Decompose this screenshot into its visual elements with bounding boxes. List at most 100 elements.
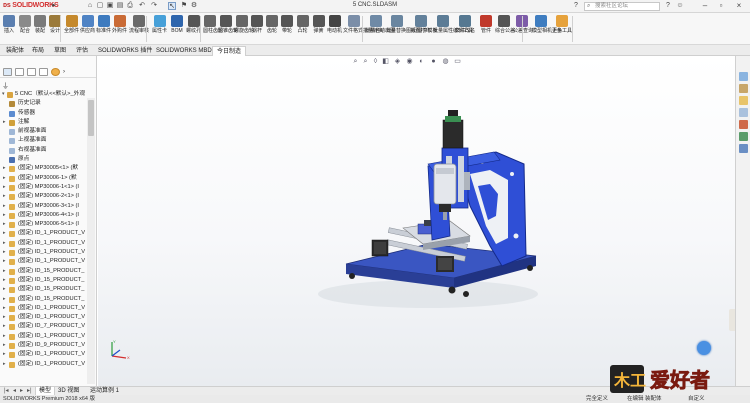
tab-5[interactable]: SOLIDWORKS MBD	[152, 46, 216, 56]
ribbon-button-4[interactable]: 全部件	[64, 15, 79, 34]
tree-item[interactable]: ▸ (固定) ID_1_PRODUCT_V	[0, 350, 90, 359]
chevron-right-icon[interactable]: ▸	[3, 248, 6, 257]
tree-scrollbar[interactable]	[87, 98, 95, 384]
tree-item[interactable]: ▸ (固定) ID_15_PRODUCT_	[0, 295, 90, 304]
ribbon-button-18[interactable]: 凸轮	[295, 15, 310, 34]
tree-item[interactable]: 历史记录	[0, 99, 90, 108]
forum-icon[interactable]	[739, 144, 748, 153]
tree-item[interactable]: ▸ (固定) MP30005<1> (默	[0, 164, 90, 173]
chevron-right-icon[interactable]: ▸	[3, 304, 6, 313]
chevron-right-icon[interactable]: ▸	[3, 202, 6, 211]
ribbon-button-30[interactable]: 模型相机上色	[532, 15, 562, 34]
chevron-right-icon[interactable]: ▸	[3, 118, 6, 127]
ribbon-button-22[interactable]: 批量自动出图	[365, 15, 395, 34]
tree-item[interactable]: 原点	[0, 155, 90, 164]
tree-item[interactable]: ▸ (固定) ID_9_PRODUCT_V	[0, 341, 90, 350]
chevron-right-icon[interactable]: ▸	[3, 174, 6, 183]
chevron-right-icon[interactable]: ▸	[3, 313, 6, 322]
tab-4[interactable]: SOLIDWORKS 插件	[94, 46, 156, 56]
chevron-right-icon[interactable]: ▸	[3, 229, 6, 238]
tab-3[interactable]: 评估	[72, 46, 92, 56]
ribbon-button-26[interactable]: 文件改名	[453, 15, 477, 34]
graphics-viewport[interactable]: ⌕ ⌕ ◊ ◧ ◈ ◉ ◐ ● ◍ ▭ Y X	[98, 56, 735, 386]
tree-item[interactable]: ▸ (固定) ID_1_PRODUCT_V	[0, 332, 90, 341]
ribbon-button-14[interactable]: 螺旋齿轮	[234, 15, 254, 34]
tree-item[interactable]: ▸ (固定) ID_15_PRODUCT_	[0, 285, 90, 294]
ribbon-button-27[interactable]: 管件	[478, 15, 494, 34]
restore-button[interactable]: ▫	[716, 1, 726, 11]
tree-item[interactable]: ▸ (固定) ID_1_PRODUCT_V	[0, 313, 90, 322]
appearance-tab-icon[interactable]	[51, 68, 60, 76]
chevron-right-icon[interactable]: ▸	[3, 239, 6, 248]
ribbon-button-10[interactable]: BOM	[168, 15, 186, 34]
close-button[interactable]: ×	[734, 1, 744, 11]
tree-item[interactable]: ▸ (固定) ID_7_PRODUCT_V	[0, 322, 90, 331]
tree-item[interactable]: ▸ (固定) MP30006-1<1> (I	[0, 183, 90, 192]
ribbon-button-17[interactable]: 带轮	[280, 15, 294, 34]
ribbon-button-25[interactable]: 批量属性编辑工具	[433, 15, 473, 34]
cnc-machine-model[interactable]	[98, 56, 735, 386]
chevron-right-icon[interactable]: ▸	[3, 183, 6, 192]
custom-properties-icon[interactable]	[739, 132, 748, 141]
chevron-right-icon[interactable]: ▸	[3, 276, 6, 285]
chevron-down-icon[interactable]: ▾	[2, 90, 5, 99]
property-tab-icon[interactable]	[15, 68, 24, 76]
tab-2[interactable]: 草图	[50, 46, 70, 56]
ribbon-button-11[interactable]: 螺纹孔	[186, 15, 201, 34]
file-explorer-icon[interactable]	[739, 96, 748, 105]
ribbon-button-6[interactable]: 标准件	[96, 15, 111, 34]
view-palette-icon[interactable]	[739, 108, 748, 117]
ribbon-button-20[interactable]: 电动机	[327, 15, 342, 34]
tree-item[interactable]: 传感器	[0, 109, 90, 118]
ribbon-button-15[interactable]: 蜗杆	[250, 15, 264, 34]
tree-item[interactable]: ▸ (固定) ID_1_PRODUCT_V	[0, 360, 90, 369]
tree-item[interactable]: ▸ (固定) MP30006-2<1> (I	[0, 192, 90, 201]
tree-item[interactable]: ▸ (固定) MP30006-3<1> (I	[0, 202, 90, 211]
ribbon-button-1[interactable]: 配合	[18, 15, 32, 34]
ribbon-button-13[interactable]: 圆锥齿轮	[218, 15, 238, 34]
chevron-right-icon[interactable]: ▸	[3, 360, 6, 369]
design-library-icon[interactable]	[739, 84, 748, 93]
chevron-right-icon[interactable]: ▸	[3, 211, 6, 220]
tab-6[interactable]: 今日制造	[212, 46, 247, 56]
ribbon-button-19[interactable]: 弹簧	[311, 15, 326, 34]
tree-item[interactable]: ▸ (固定) ID_1_PRODUCT_V	[0, 239, 90, 248]
tab-0[interactable]: 装配体	[2, 46, 28, 56]
ribbon-button-21[interactable]: 文件格式批量转换	[343, 15, 383, 34]
tree-item[interactable]: ▸ (固定) ID_15_PRODUCT_	[0, 276, 90, 285]
chevron-right-icon[interactable]: ▸	[3, 332, 6, 341]
tree-item[interactable]: ▸ (固定) ID_1_PRODUCT_V	[0, 304, 90, 313]
chevron-right-icon[interactable]: ▸	[3, 350, 6, 359]
ribbon-button-12[interactable]: 圆柱齿轮	[203, 15, 223, 34]
tree-item[interactable]: 右视基准面	[0, 146, 90, 155]
tree-item[interactable]: ▸ (固定) ID_1_PRODUCT_V	[0, 257, 90, 266]
units-status[interactable]: 自定义	[688, 395, 705, 403]
ribbon-button-0[interactable]: 插入	[2, 15, 16, 34]
help-dropdown-icon[interactable]: ?	[664, 2, 672, 10]
tree-item[interactable]: ▸ (固定) ID_15_PRODUCT_	[0, 267, 90, 276]
ribbon-button-7[interactable]: 外购件	[112, 15, 127, 34]
tree-item[interactable]: ▸ 注解	[0, 118, 90, 127]
ribbon-button-5[interactable]: 供应商	[80, 15, 95, 34]
help-icon[interactable]: ?	[572, 2, 580, 10]
chevron-right-icon[interactable]: ▸	[3, 285, 6, 294]
ribbon-button-9[interactable]: 属性卡	[152, 15, 167, 34]
ribbon-button-24[interactable]: 拆图打印	[409, 15, 432, 34]
tree-item[interactable]: 上视基准面	[0, 136, 90, 145]
resources-icon[interactable]	[739, 72, 748, 81]
chevron-right-icon[interactable]: ▸	[3, 164, 6, 173]
chevron-right-icon[interactable]: ▸	[3, 341, 6, 350]
assistant-bubble-icon[interactable]	[697, 341, 711, 355]
chevron-right-icon[interactable]: ▸	[3, 257, 6, 266]
ribbon-button-31[interactable]: 更多工具	[551, 15, 573, 34]
search-input[interactable]: ⌕ 搜索社区论坛	[584, 2, 660, 11]
ribbon-button-16[interactable]: 齿轮	[265, 15, 279, 34]
chevron-right-icon[interactable]: ▸	[3, 267, 6, 276]
tree-item[interactable]: ▸ (固定) MP30006-1> (默	[0, 174, 90, 183]
ribbon-button-28[interactable]: 综合公差	[495, 15, 515, 34]
tree-item[interactable]: ▸ (固定) MP30006-4<1> (I	[0, 211, 90, 220]
tree-item[interactable]: ▸ (固定) ID_1_PRODUCT_V	[0, 229, 90, 238]
chevron-right-icon[interactable]: ▸	[3, 192, 6, 201]
tree-item[interactable]: 前视基准面	[0, 127, 90, 136]
expand-arrow-icon[interactable]: ›	[63, 68, 72, 76]
